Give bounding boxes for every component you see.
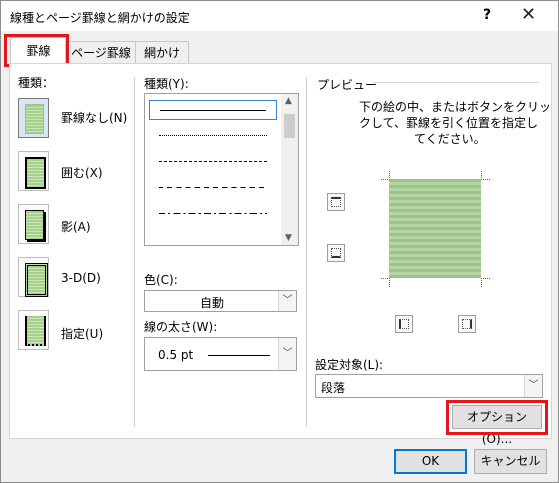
- preview-corner-br: [481, 278, 490, 287]
- setting-shadow-label[interactable]: 影(A): [61, 218, 91, 235]
- setting-custom-button[interactable]: [18, 310, 49, 350]
- preview-heading-rule: [373, 82, 539, 83]
- apply-to-value: 段落: [321, 381, 346, 395]
- chevron-down-icon[interactable]: ﹀: [278, 338, 296, 370]
- preview-corner-tr: [481, 171, 490, 180]
- width-label: 線の太さ(W):: [144, 320, 218, 334]
- apply-to-label: 設定対象(L):: [315, 358, 384, 372]
- options-highlight-box: [446, 400, 548, 435]
- tab-shading[interactable]: 網かけ: [135, 41, 189, 64]
- setting-custom-label[interactable]: 指定(U): [61, 325, 103, 342]
- close-button[interactable]: ✕: [521, 4, 536, 25]
- color-value: 自動: [199, 296, 224, 310]
- preview-corner-bl: [381, 278, 390, 287]
- column-divider: [134, 77, 135, 427]
- preview-instruction-1: 下の絵の中、またはボタンをクリッ: [359, 100, 552, 114]
- scroll-up-icon[interactable]: ▲: [285, 96, 292, 106]
- color-select[interactable]: 自動 ﹀: [144, 290, 297, 312]
- color-label: 色(C):: [144, 273, 178, 287]
- preview-canvas[interactable]: [389, 179, 481, 278]
- line-style-dash[interactable]: [149, 178, 277, 198]
- line-style-dash-dot[interactable]: [149, 204, 277, 224]
- line-style-fine-dash[interactable]: [149, 152, 277, 172]
- setting-box-button[interactable]: [18, 151, 49, 191]
- preview-instruction-3: てください。: [414, 132, 486, 146]
- line-style-dotted[interactable]: [149, 126, 277, 146]
- setting-3d-button[interactable]: [18, 257, 49, 297]
- title-bar: 線種とページ罫線と網かけの設定 ? ✕: [1, 1, 558, 31]
- line-width-select[interactable]: 0.5 pt ﹀: [144, 337, 297, 371]
- chevron-down-icon[interactable]: ﹀: [278, 291, 296, 311]
- right-border-button[interactable]: [458, 315, 476, 333]
- top-border-button[interactable]: [327, 193, 345, 211]
- tab-page-border[interactable]: ページ罫線: [65, 41, 137, 64]
- scroll-down-icon[interactable]: ▼: [285, 233, 292, 243]
- bottom-border-button[interactable]: [327, 244, 345, 262]
- column-divider-right: [306, 77, 307, 427]
- preview-corner-tl: [381, 171, 390, 180]
- left-border-button[interactable]: [395, 315, 413, 333]
- line-width-sample: [208, 355, 270, 356]
- help-button[interactable]: ?: [483, 7, 491, 23]
- setting-none-button[interactable]: [18, 98, 49, 138]
- line-style-list[interactable]: ▲ ▼: [144, 93, 299, 246]
- cancel-button[interactable]: キャンセル: [474, 449, 547, 474]
- scroll-thumb[interactable]: [284, 114, 295, 138]
- line-style-solid[interactable]: [149, 100, 277, 120]
- setting-none-label[interactable]: 罫線なし(N): [61, 109, 127, 126]
- setting-box-label[interactable]: 囲む(X): [61, 164, 103, 181]
- style-heading: 種類(Y):: [144, 77, 189, 91]
- chevron-down-icon[interactable]: ﹀: [524, 375, 542, 397]
- apply-to-select[interactable]: 段落 ﹀: [315, 374, 543, 398]
- setting-heading: 種類：: [18, 76, 55, 90]
- setting-3d-label[interactable]: 3-D(D): [61, 271, 101, 285]
- borders-shading-dialog: 線種とページ罫線と網かけの設定 ? ✕ 罫線 ページ罫線 網かけ 種類： 罫線な…: [0, 0, 559, 483]
- ok-button[interactable]: OK: [394, 449, 467, 474]
- preview-instruction-2: クして、罫線を引く位置を指定し: [359, 116, 539, 130]
- setting-shadow-button[interactable]: [18, 204, 49, 244]
- line-style-scrollbar[interactable]: ▲ ▼: [281, 94, 298, 245]
- preview-heading: プレビュー: [317, 78, 378, 92]
- line-width-value: 0.5 pt: [158, 348, 194, 362]
- window-title: 線種とページ罫線と網かけの設定: [10, 11, 190, 25]
